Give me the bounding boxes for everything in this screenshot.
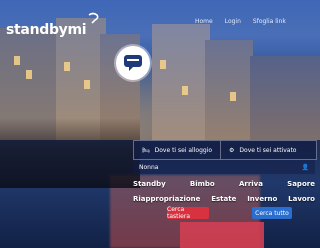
bed-icon: 🛏	[142, 146, 150, 154]
subrow-left: Nonna	[139, 163, 159, 171]
building	[152, 24, 210, 144]
category-item[interactable]: Inverno	[247, 195, 277, 203]
category-item[interactable]: Standby	[133, 180, 166, 188]
building	[250, 56, 320, 146]
top-nav: Home Login Sfoglia link	[195, 18, 286, 25]
category-row: Riappropriazione Estate Inverno Lavoro	[133, 195, 315, 203]
chat-bubble-icon	[124, 55, 142, 71]
search-segment-label: Dove ti sei alloggio	[154, 146, 213, 154]
nav-item[interactable]: Login	[225, 18, 241, 25]
page: standbymi Home Login Sfoglia link 🛏 Dove…	[0, 0, 320, 248]
window-light	[64, 62, 70, 71]
crowd	[0, 118, 140, 188]
brand-name: standbymi	[6, 22, 87, 38]
search-segment-activity[interactable]: ⚙ Dove ti sei attivato	[220, 141, 304, 159]
category-item[interactable]: Bimbo	[190, 180, 215, 188]
nav-item[interactable]: Sfoglia link	[253, 18, 286, 25]
building	[205, 40, 253, 144]
category-item[interactable]: Estate	[211, 195, 236, 203]
user-icon: 👤	[301, 163, 309, 171]
category-list: Standby Bimbo Arriva Sapore Riappropriaz…	[133, 180, 315, 210]
search-primary-button[interactable]: Cerca tastiera	[167, 206, 209, 220]
search-segment-label: Dove ti sei attivato	[239, 146, 297, 154]
boat-reflection	[180, 222, 264, 248]
window-light	[26, 70, 32, 79]
search-secondary-button[interactable]: Cerca tutto	[252, 207, 292, 219]
category-item[interactable]: Riappropriazione	[133, 195, 200, 203]
category-row: Standby Bimbo Arriva Sapore	[133, 180, 315, 188]
gear-icon: ⚙	[229, 146, 235, 154]
logo-icon	[88, 12, 99, 24]
window-light	[14, 56, 20, 65]
category-item[interactable]: Lavoro	[288, 195, 315, 203]
window-light	[230, 92, 236, 101]
search-bar[interactable]: 🛏 Dove ti sei alloggio ⚙ Dove ti sei att…	[133, 140, 317, 160]
chat-badge[interactable]	[116, 46, 150, 80]
nav-item[interactable]: Home	[195, 18, 213, 25]
category-item[interactable]: Arriva	[239, 180, 263, 188]
window-light	[160, 60, 166, 69]
search-segment-stay[interactable]: 🛏 Dove ti sei alloggio	[134, 141, 220, 159]
brand-logo[interactable]: standbymi	[6, 22, 87, 38]
window-light	[84, 80, 90, 89]
search-subrow: Nonna 👤	[133, 160, 315, 174]
window-light	[182, 86, 188, 95]
category-item[interactable]: Sapore	[287, 180, 315, 188]
